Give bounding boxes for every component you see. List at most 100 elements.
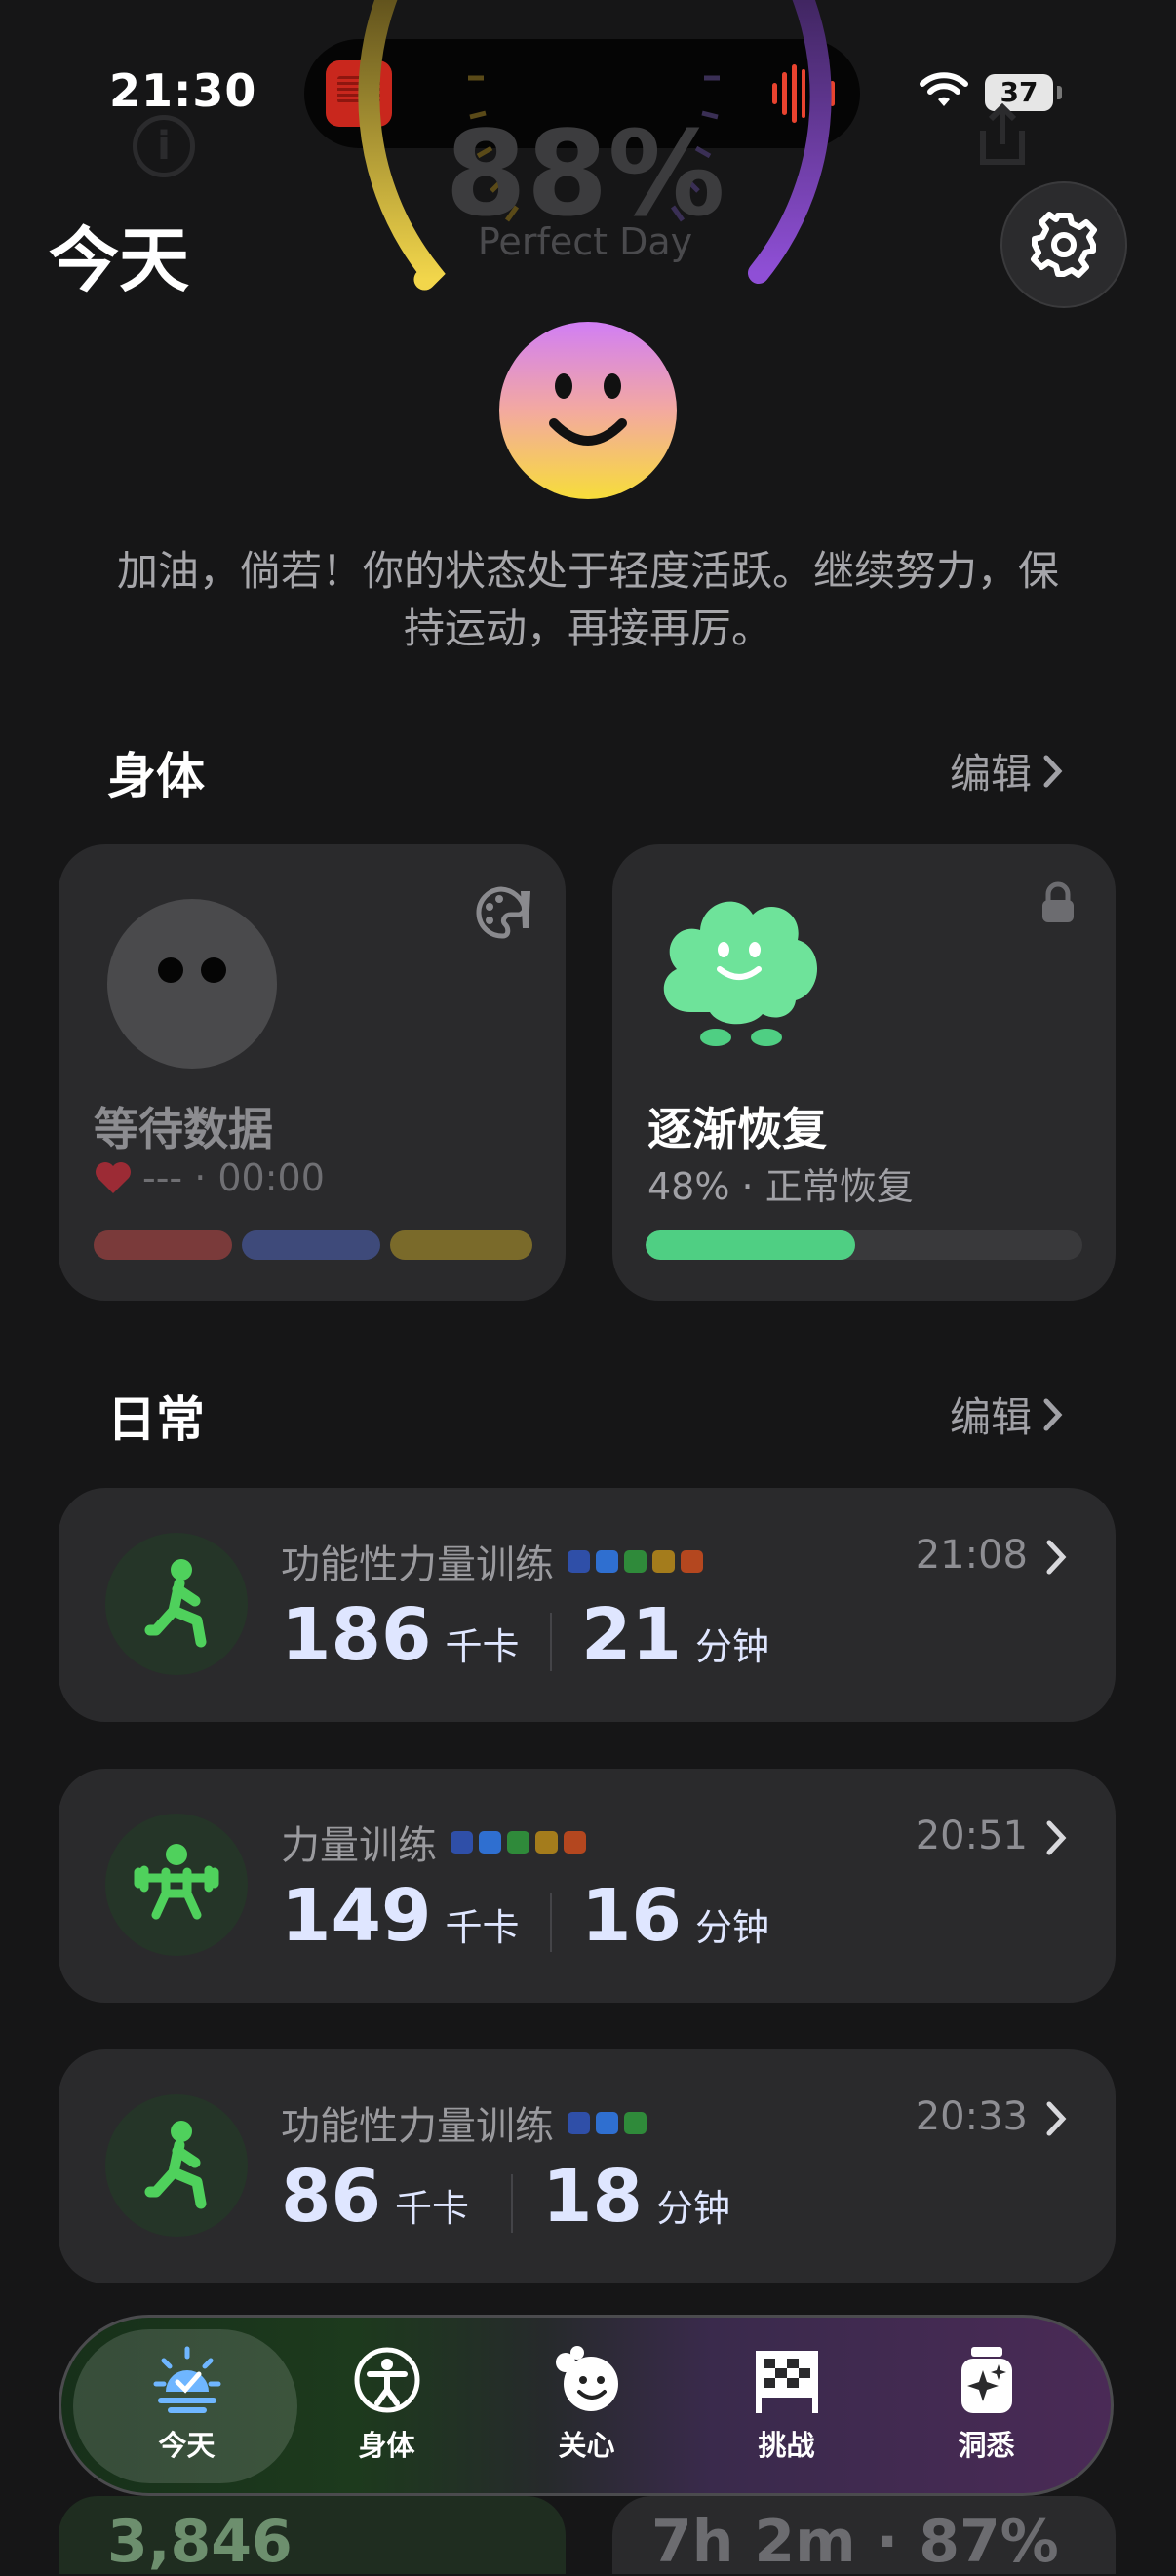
zone-dot — [681, 1549, 703, 1573]
duration-unit: 分钟 — [694, 1906, 769, 1949]
tab-today[interactable]: 今天 — [87, 2318, 287, 2493]
tab-label-today: 今天 — [158, 2429, 216, 2462]
recovery-card[interactable]: 逐渐恢复 48% · 正常恢复 — [612, 844, 1116, 1301]
zone-dot — [568, 2111, 590, 2134]
chevron-right-icon — [1046, 1820, 1067, 1855]
gear-icon — [1031, 212, 1097, 278]
workout-name-line: 力量训练 — [281, 1814, 586, 1870]
zone-dot — [535, 1830, 558, 1854]
lunge-icon — [144, 1559, 207, 1648]
sun-check-icon — [153, 2346, 220, 2413]
tab-label-challenge: 挑战 — [758, 2429, 815, 2462]
workout-name: 功能性力量训练 — [281, 1542, 554, 1587]
zone-dot — [596, 1549, 618, 1573]
stat-divider — [550, 1613, 552, 1671]
workout-name: 功能性力量训练 — [281, 2104, 554, 2149]
zone-bar-red — [94, 1230, 232, 1260]
section-title-daily: 日常 — [107, 1391, 205, 1448]
edit-label: 编辑 — [950, 750, 1033, 798]
zone-dots — [568, 2111, 647, 2134]
zone-dot — [568, 1549, 590, 1573]
workout-calories: 86 千卡 — [281, 2155, 469, 2239]
zone-dot — [652, 1549, 675, 1573]
sleep-peek-value: 7h 2m · 87% — [651, 2508, 1059, 2576]
calories-unit: 千卡 — [445, 1906, 520, 1949]
section-title-body: 身体 — [107, 748, 205, 804]
mood-face-avatar[interactable] — [499, 322, 677, 499]
duration-value: 18 — [542, 2155, 643, 2239]
tab-label-body: 身体 — [358, 2429, 415, 2462]
weightlifting-icon — [134, 1844, 219, 1920]
calories-value: 86 — [281, 2155, 381, 2239]
tab-challenge[interactable]: 挑战 — [686, 2318, 886, 2493]
calories-unit: 千卡 — [445, 1625, 520, 1668]
zone-dots — [451, 1830, 586, 1854]
calories-value: 149 — [281, 1874, 432, 1958]
recovery-cloud-icon — [663, 901, 818, 1046]
waiting-face-icon — [107, 899, 277, 1069]
edit-label: 编辑 — [950, 1393, 1033, 1441]
workout-time: 21:08 — [915, 1533, 1028, 1578]
workout-row[interactable]: 功能性力量训练 21:08 186 千卡 21 分钟 — [59, 1488, 1116, 1722]
zone-dot — [479, 1830, 501, 1854]
lock-icon — [1042, 881, 1074, 922]
duration-value: 16 — [581, 1874, 682, 1958]
calories-unit: 千卡 — [394, 2187, 469, 2230]
recovery-card-subtitle: 48% · 正常恢复 — [647, 1165, 914, 1208]
status-time: 21:30 — [109, 64, 257, 117]
workout-time: 20:51 — [915, 1814, 1028, 1858]
workout-row[interactable]: 功能性力量训练 20:33 86 千卡 18 分钟 — [59, 2049, 1116, 2283]
calories-value: 186 — [281, 1593, 432, 1677]
stat-divider — [511, 2174, 513, 2233]
checkered-flag-icon — [755, 2351, 818, 2413]
steps-peek-value: 3,846 — [107, 2508, 293, 2576]
stat-divider — [550, 1893, 552, 1952]
workout-name: 力量训练 — [281, 1823, 437, 1868]
zone-dot — [564, 1830, 586, 1854]
bottom-tab-bar: 今天 身体 关心 挑战 洞悉 — [59, 2315, 1114, 2496]
zone-dot — [451, 1830, 473, 1854]
battery-tip — [1057, 86, 1062, 99]
wait-card-subtitle-text: --- · 00:00 — [142, 1156, 325, 1199]
workout-row[interactable]: 力量训练 20:51 149 千卡 16 分钟 — [59, 1769, 1116, 2003]
daily-edit-button[interactable]: 编辑 — [950, 1385, 1063, 1444]
day-score-value: 88% — [445, 107, 725, 243]
chevron-right-icon — [1046, 1540, 1067, 1575]
recovery-card-title: 逐渐恢复 — [647, 1103, 827, 1155]
page-title: 今天 — [49, 219, 190, 301]
zone-bar-blue — [242, 1230, 380, 1260]
body-icon — [354, 2347, 419, 2413]
day-score-label: Perfect Day — [477, 220, 693, 263]
lunge-icon — [144, 2121, 207, 2209]
status-greeting: 加油，倘若！你的状态处于轻度活跃。继续努力，保持运动，再接再厉。 — [116, 547, 1059, 652]
body-edit-button[interactable]: 编辑 — [950, 741, 1063, 800]
chevron-right-icon — [1043, 1398, 1063, 1430]
tab-care[interactable]: 关心 — [487, 2318, 686, 2493]
sparkle-jar-icon — [960, 2347, 1012, 2413]
workout-icon-badge — [105, 1814, 248, 1956]
heart-icon — [96, 1162, 131, 1193]
wait-card-subtitle: --- · 00:00 — [94, 1156, 325, 1199]
zone-dot — [624, 1549, 647, 1573]
recovery-progress-track — [646, 1230, 1082, 1260]
zone-dot — [596, 2111, 618, 2134]
tab-body[interactable]: 身体 — [287, 2318, 487, 2493]
zone-dots — [568, 1549, 703, 1573]
settings-button[interactable] — [1000, 181, 1127, 308]
care-face-icon — [555, 2346, 618, 2411]
heart-data-card[interactable]: 等待数据 --- · 00:00 — [59, 844, 566, 1301]
workout-duration: 18 分钟 — [542, 2155, 730, 2239]
chevron-right-icon — [1043, 755, 1063, 787]
zone-bar-yellow — [390, 1230, 532, 1260]
wait-card-title: 等待数据 — [94, 1103, 273, 1155]
tab-insight[interactable]: 洞悉 — [886, 2318, 1086, 2493]
palette-icon[interactable] — [474, 885, 534, 942]
share-icon[interactable] — [973, 101, 1032, 170]
workout-duration: 16 分钟 — [581, 1874, 769, 1958]
tab-label-care: 关心 — [558, 2429, 615, 2462]
recovery-progress-fill — [646, 1230, 856, 1260]
workout-calories: 149 千卡 — [281, 1874, 519, 1958]
chevron-right-icon — [1046, 2101, 1067, 2136]
smile-face-icon — [549, 373, 627, 446]
info-icon[interactable]: i — [133, 115, 195, 177]
